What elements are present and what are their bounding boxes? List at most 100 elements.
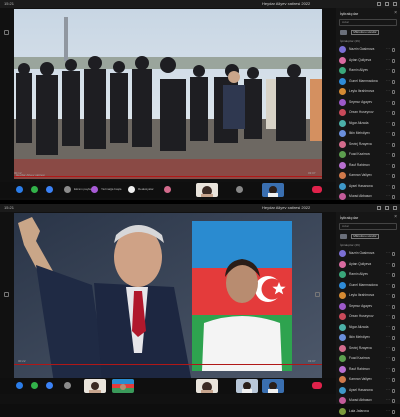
microphone-icon[interactable] bbox=[392, 389, 395, 393]
participant-row[interactable]: Ramin Aliyev⋯ bbox=[339, 66, 397, 77]
microphone-icon[interactable] bbox=[392, 294, 395, 298]
microphone-icon[interactable] bbox=[392, 315, 395, 319]
more-options-icon[interactable]: ⋯ bbox=[386, 387, 390, 392]
microphone-icon[interactable] bbox=[392, 336, 395, 340]
participant-row[interactable]: Orxan Huseynov⋯ bbox=[339, 312, 397, 323]
participant-row[interactable]: Fuad Kazimov⋯ bbox=[339, 150, 397, 161]
microphone-icon[interactable] bbox=[392, 132, 395, 136]
microphone-icon[interactable] bbox=[392, 284, 395, 288]
microphone-icon[interactable] bbox=[392, 90, 395, 94]
more-options-icon[interactable]: ⋯ bbox=[386, 261, 390, 266]
more-options-icon[interactable]: ⋯ bbox=[386, 99, 390, 104]
close-panel-icon[interactable]: × bbox=[394, 214, 397, 220]
microphone-icon[interactable] bbox=[392, 273, 395, 277]
reactions-icon[interactable] bbox=[128, 186, 135, 193]
chat-icon[interactable] bbox=[31, 382, 38, 389]
participant-thumbnail[interactable] bbox=[112, 379, 134, 393]
participant-row[interactable]: Sevinj Rzayeva⋯ bbox=[339, 140, 397, 151]
search-input[interactable]: Axtar bbox=[339, 223, 397, 230]
more-options-icon[interactable]: ⋯ bbox=[386, 78, 390, 83]
more-options-icon[interactable]: ⋯ bbox=[386, 172, 390, 177]
share-screen-icon[interactable] bbox=[64, 382, 71, 389]
raise-hand-icon[interactable] bbox=[16, 186, 23, 193]
participant-row[interactable]: Sevinj Rzayeva⋯ bbox=[339, 344, 397, 355]
minimize-icon[interactable] bbox=[377, 2, 381, 6]
more-options-icon[interactable]: ⋯ bbox=[386, 141, 390, 146]
participants-icon[interactable] bbox=[46, 382, 53, 389]
participant-row[interactable]: Rauf Rahimov⋯ bbox=[339, 365, 397, 376]
close-icon[interactable] bbox=[393, 206, 397, 210]
more-options-icon[interactable]: ⋯ bbox=[386, 130, 390, 135]
close-icon[interactable] bbox=[393, 2, 397, 6]
more-options-icon[interactable]: ⋯ bbox=[386, 303, 390, 308]
more-options-icon[interactable]: ⋯ bbox=[386, 408, 390, 413]
microphone-icon[interactable] bbox=[392, 80, 395, 84]
participant-row[interactable]: Nazrin Gasimova⋯ bbox=[339, 249, 397, 260]
more-options-icon[interactable]: ⋯ bbox=[386, 109, 390, 114]
participant-row[interactable]: Rauf Rahimov⋯ bbox=[339, 161, 397, 172]
participant-row[interactable]: Aytan Quliyeva⋯ bbox=[339, 56, 397, 67]
participant-thumbnail[interactable] bbox=[196, 183, 218, 197]
user-avatar-icon[interactable] bbox=[164, 186, 171, 193]
microphone-icon[interactable] bbox=[392, 48, 395, 52]
participant-row[interactable]: Aytan Quliyeva⋯ bbox=[339, 260, 397, 271]
participant-row[interactable]: Nigar Alizada⋯ bbox=[339, 323, 397, 334]
more-options-icon[interactable]: ⋯ bbox=[386, 183, 390, 188]
participant-thumbnail[interactable] bbox=[84, 379, 106, 393]
more-options-icon[interactable]: ⋯ bbox=[386, 162, 390, 167]
more-options-icon[interactable]: ⋯ bbox=[386, 376, 390, 381]
microphone-icon[interactable] bbox=[392, 368, 395, 372]
raise-hand-icon[interactable] bbox=[16, 382, 23, 389]
microphone-icon[interactable] bbox=[392, 143, 395, 147]
participant-row[interactable]: Seymur Agayev⋯ bbox=[339, 98, 397, 109]
more-options-icon[interactable]: ⋯ bbox=[386, 355, 390, 360]
participant-row[interactable]: Leyla Ibrahimova⋯ bbox=[339, 291, 397, 302]
microphone-icon[interactable] bbox=[392, 252, 395, 256]
shared-video[interactable] bbox=[14, 213, 322, 383]
microphone-icon[interactable] bbox=[392, 185, 395, 189]
more-options-icon[interactable]: ⋯ bbox=[386, 282, 390, 287]
more-options-icon[interactable]: ⋯ bbox=[386, 193, 390, 198]
participant-row[interactable]: Ilkin Mehdiyev⋯ bbox=[339, 333, 397, 344]
leave-button[interactable] bbox=[312, 186, 322, 193]
microphone-icon[interactable] bbox=[392, 164, 395, 168]
participant-thumbnail[interactable] bbox=[196, 379, 218, 393]
participant-row[interactable]: Kamran Valiyev⋯ bbox=[339, 375, 397, 386]
microphone-icon[interactable] bbox=[392, 153, 395, 157]
participant-row[interactable]: Lala Jafarova⋯ bbox=[339, 407, 397, 417]
microphone-icon[interactable] bbox=[392, 122, 395, 126]
mute-all-button[interactable]: Mikrofonu söndür bbox=[351, 234, 379, 239]
mute-all-button[interactable]: Mikrofonu söndür bbox=[351, 30, 379, 35]
video-progress[interactable] bbox=[14, 364, 322, 365]
more-options-icon[interactable]: ⋯ bbox=[386, 151, 390, 156]
search-input[interactable]: Axtar bbox=[339, 19, 397, 26]
microphone-icon[interactable] bbox=[392, 69, 395, 73]
participant-row[interactable]: Kamran Valiyev⋯ bbox=[339, 171, 397, 182]
microphone-icon[interactable] bbox=[392, 59, 395, 63]
microphone-icon[interactable] bbox=[392, 195, 395, 199]
microphone-icon[interactable] bbox=[392, 357, 395, 361]
participant-thumbnail[interactable] bbox=[262, 379, 284, 393]
participant-row[interactable]: Orxan Huseynov⋯ bbox=[339, 108, 397, 119]
microphone-icon[interactable] bbox=[392, 347, 395, 351]
more-options-icon[interactable]: ⋯ bbox=[386, 334, 390, 339]
participant-row[interactable]: Gunel Mammadova⋯ bbox=[339, 281, 397, 292]
more-options-icon[interactable]: ⋯ bbox=[386, 67, 390, 72]
participant-thumbnail[interactable] bbox=[262, 183, 284, 197]
close-panel-icon[interactable]: × bbox=[394, 10, 397, 16]
more-options-icon[interactable]: ⋯ bbox=[386, 345, 390, 350]
more-options-icon[interactable]: ⋯ bbox=[386, 366, 390, 371]
more-options-icon[interactable]: ⋯ bbox=[386, 324, 390, 329]
expand-icon[interactable] bbox=[4, 30, 9, 35]
participant-row[interactable]: Murad Abbasov⋯ bbox=[339, 396, 397, 407]
more-options-icon[interactable]: ⋯ bbox=[386, 271, 390, 276]
more-options-icon[interactable]: ⋯ bbox=[386, 313, 390, 318]
participant-row[interactable]: Leyla Ibrahimova⋯ bbox=[339, 87, 397, 98]
microphone-icon[interactable] bbox=[392, 263, 395, 267]
participant-row[interactable]: Gunel Mammadova⋯ bbox=[339, 77, 397, 88]
participant-row[interactable]: Nigar Alizada⋯ bbox=[339, 119, 397, 130]
share-screen-icon[interactable] bbox=[64, 186, 71, 193]
participant-row[interactable]: Nazrin Gasimova⋯ bbox=[339, 45, 397, 56]
more-options-icon[interactable]: ⋯ bbox=[386, 46, 390, 51]
minimize-icon[interactable] bbox=[377, 206, 381, 210]
